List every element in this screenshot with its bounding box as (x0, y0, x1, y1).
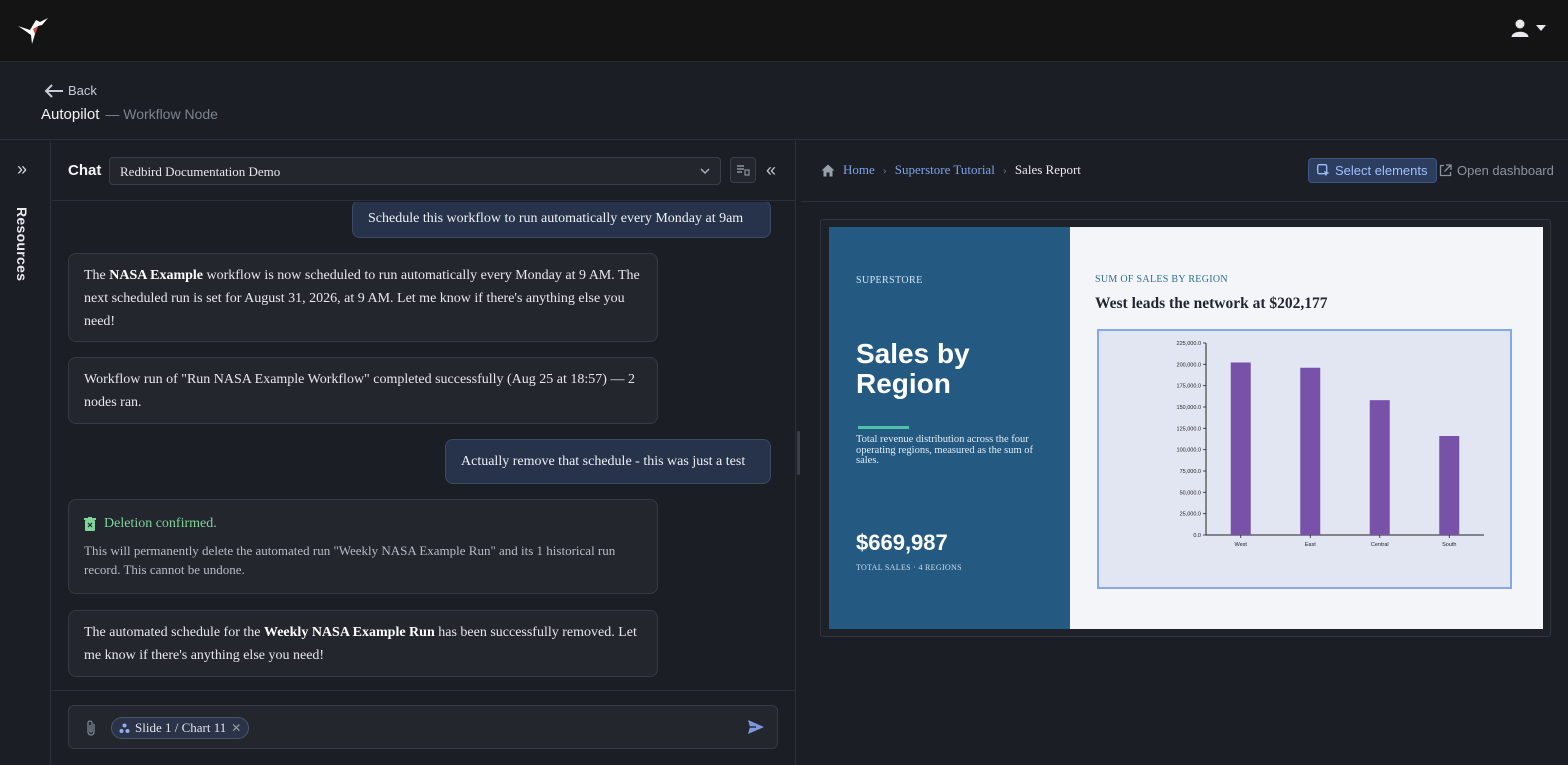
resources-rail: » Resources (0, 141, 51, 765)
message-text: Workflow run of "Run NASA Example Workfl… (84, 372, 635, 410)
page-header: Back Autopilot — Workflow Node (0, 63, 1568, 140)
select-elements-label: Select elements (1335, 163, 1428, 178)
y-tick-label: 25,000.0 (1180, 512, 1201, 518)
chat-title: Chat (68, 162, 102, 179)
bar (1439, 436, 1460, 535)
back-label: Back (68, 83, 97, 98)
chat-header: Chat Redbird Documentation Demo « (52, 141, 796, 201)
page-subtitle: — Workflow Node (105, 106, 218, 122)
assistant-message: The automated schedule for the Weekly NA… (68, 610, 658, 677)
project-select[interactable]: Redbird Documentation Demo (109, 157, 721, 185)
y-tick-label: 225,000.0 (1177, 341, 1201, 347)
select-elements-button[interactable]: Select elements (1308, 158, 1437, 183)
message-list: Schedule this workflow to run automatica… (52, 202, 796, 690)
chevron-down-icon (700, 168, 710, 175)
total-sales-caption: TOTAL SALES · 4 REGIONS (856, 563, 962, 572)
slide-sidebar: SUPERSTORE Sales by Region Total revenue… (829, 227, 1070, 629)
user-menu[interactable] (1510, 18, 1546, 38)
context-chip[interactable]: Slide 1 / Chart 11 ✕ (111, 717, 250, 739)
assistant-message: The NASA Example workflow is now schedul… (68, 253, 658, 342)
x-tick-label: South (1442, 542, 1456, 548)
caret-down-icon (1536, 25, 1546, 31)
arrow-left-icon (44, 83, 63, 98)
back-link[interactable]: Back (44, 83, 97, 98)
y-tick-label: 150,000.0 (1177, 405, 1201, 411)
slide[interactable]: SUPERSTORE Sales by Region Total revenue… (829, 227, 1543, 629)
x-tick-label: Central (1371, 542, 1389, 548)
y-tick-label: 125,000.0 (1177, 426, 1201, 432)
slide-description: Total revenue distribution across the fo… (856, 434, 1033, 466)
assistant-message: Workflow run of "Run NASA Example Workfl… (68, 357, 658, 424)
remove-chip-icon[interactable]: ✕ (231, 721, 241, 736)
breadcrumb-superstore-tutorial[interactable]: Superstore Tutorial (895, 162, 995, 178)
message-bold: NASA Example (109, 268, 203, 283)
user-message: Actually remove that schedule - this was… (445, 439, 771, 484)
bar-chart: 0.0 25,000.0 50,000.0 75,000.0 100,000.0 125,… (1177, 341, 1484, 548)
paperclip-icon[interactable] (85, 719, 97, 737)
home-icon[interactable] (821, 164, 835, 177)
message-composer[interactable]: Slide 1 / Chart 11 ✕ (68, 705, 778, 749)
user-message-text: Schedule this workflow to run automatica… (368, 211, 744, 226)
external-link-icon (1439, 164, 1452, 177)
chevron-right-icon: › (882, 162, 887, 177)
user-message-text: Actually remove that schedule - this was… (461, 453, 746, 469)
collapse-chat-icon[interactable]: « (766, 160, 776, 181)
top-bar (0, 0, 1568, 62)
panel-resize-handle[interactable] (797, 431, 800, 475)
clear-list-icon (737, 165, 750, 176)
open-dashboard-label: Open dashboard (1457, 163, 1554, 178)
bar (1300, 367, 1321, 535)
y-tick-label: 50,000.0 (1180, 490, 1201, 496)
y-tick-label: 100,000.0 (1177, 448, 1201, 454)
y-tick-label: 175,000.0 (1177, 384, 1201, 390)
message-bold: Weekly NASA Example Run (263, 625, 435, 640)
user-icon (1511, 19, 1529, 37)
project-select-value: Redbird Documentation Demo (120, 164, 281, 179)
y-tick-label: 75,000.0 (1180, 469, 1201, 475)
message-text: The automated schedule for the (84, 625, 264, 640)
resources-tab[interactable]: Resources (14, 207, 30, 281)
bar (1369, 400, 1390, 535)
deletion-body: This will permanently delete the automat… (84, 543, 616, 577)
bar (1230, 362, 1251, 535)
selected-chart[interactable]: 0.0 25,000.0 50,000.0 75,000.0 100,000.0 125,… (1097, 329, 1512, 589)
send-icon[interactable] (747, 718, 765, 736)
breadcrumb-home[interactable]: Home (843, 162, 875, 178)
context-chip-label: Slide 1 / Chart 11 (135, 720, 227, 735)
deletion-confirmation-card: Deletion confirmed. This will permanentl… (68, 499, 658, 594)
slide-title: Sales by Region (856, 338, 970, 399)
select-cursor-icon (1317, 164, 1330, 177)
user-message: Schedule this workflow to run automatica… (352, 202, 771, 238)
y-tick-label: 200,000.0 (1177, 362, 1201, 368)
chart-headline: West leads the network at $202,177 (1095, 295, 1328, 312)
page-title-main: Autopilot (41, 106, 100, 123)
breadcrumb-current: Sales Report (1014, 162, 1081, 177)
chart-kicker: SUM OF SALES BY REGION (1095, 274, 1228, 285)
cluster-icon (119, 723, 130, 733)
deletion-title-text: Deletion confirmed. (104, 516, 217, 531)
x-tick-label: West (1235, 542, 1248, 548)
chat-panel: Chat Redbird Documentation Demo « Schedu… (52, 141, 796, 765)
accent-rule (858, 426, 909, 429)
x-tick-label: East (1305, 542, 1316, 548)
chevron-right-icon: › (1002, 162, 1007, 177)
divider (801, 201, 1568, 202)
total-sales-value: $669,987 (856, 530, 948, 555)
message-text: The (84, 268, 110, 283)
slide-brand: SUPERSTORE (856, 275, 923, 286)
expand-rail-icon[interactable]: » (17, 159, 27, 180)
preview-panel: Home › Superstore Tutorial › Sales Repor… (801, 141, 1568, 765)
composer-area: Slide 1 / Chart 11 ✕ (52, 690, 796, 765)
deletion-title: Deletion confirmed. (84, 512, 642, 535)
breadcrumb: Home › Superstore Tutorial › Sales Repor… (821, 162, 1081, 178)
trash-icon (84, 516, 96, 531)
open-dashboard-button[interactable]: Open dashboard (1439, 163, 1554, 178)
hummingbird-logo-icon[interactable] (16, 16, 50, 46)
clear-chat-button[interactable] (730, 157, 756, 183)
y-tick-label: 0.0 (1193, 533, 1201, 539)
page-title: Autopilot — Workflow Node (41, 106, 218, 123)
